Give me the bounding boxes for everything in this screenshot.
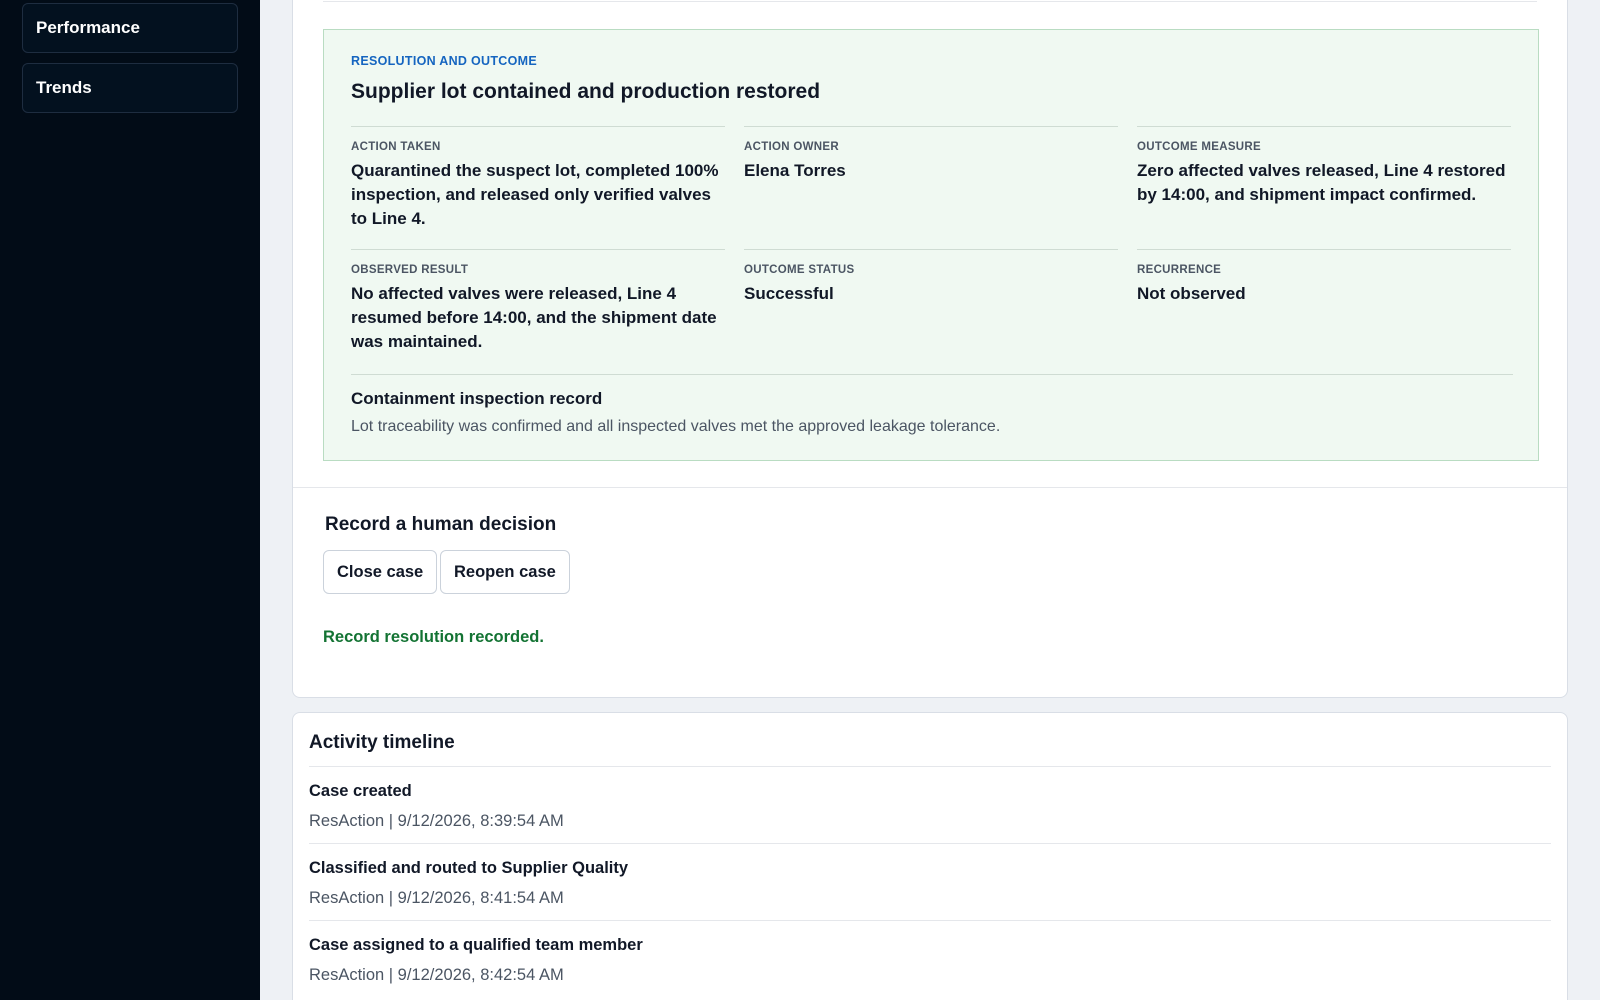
resolution-kicker: RESOLUTION AND OUTCOME [351,54,537,68]
field-value: Quarantined the suspect lot, completed 1… [351,161,719,228]
timeline-meta: ResAction | 9/12/2026, 8:41:54 AM [309,889,564,907]
timeline-event: Classified and routed to Supplier Qualit… [309,859,629,877]
field-label: OBSERVED RESULT [351,264,469,276]
main-content: RESOLUTION AND OUTCOME Supplier lot cont… [260,0,1600,1000]
timeline-item: Case created ResAction | 9/12/2026, 8:39… [309,766,1551,843]
field-recurrence: RECURRENCE Not observed [1137,249,1511,306]
field-action-owner: ACTION OWNER Elena Torres [744,126,1118,183]
field-label: OUTCOME MEASURE [1137,141,1261,153]
field-value: Successful [744,284,834,303]
inspection-record: Containment inspection record Lot tracea… [351,374,1513,436]
sidebar-item-trends[interactable]: Trends [22,63,238,113]
sidebar-item-label: Trends [36,78,92,97]
timeline-title: Activity timeline [309,732,455,753]
field-action-taken: ACTION TAKEN Quarantined the suspect lot… [351,126,725,231]
case-detail-card: RESOLUTION AND OUTCOME Supplier lot cont… [292,0,1568,698]
close-case-button[interactable]: Close case [323,550,438,594]
timeline-event: Case created [309,782,412,800]
field-value: Zero affected valves released, Line 4 re… [1137,161,1506,204]
field-outcome-measure: OUTCOME MEASURE Zero affected valves rel… [1137,126,1511,207]
reopen-case-button[interactable]: Reopen case [440,550,570,594]
field-label: OUTCOME STATUS [744,264,855,276]
status-message: Record resolution recorded. [323,628,544,646]
sidebar: Performance Trends [0,0,260,1000]
timeline-item: Classified and routed to Supplier Qualit… [309,843,1551,920]
sidebar-item-label: Performance [36,18,140,37]
field-value: No affected valves were released, Line 4… [351,284,717,351]
divider [323,1,1537,2]
timeline-meta: ResAction | 9/12/2026, 8:39:54 AM [309,812,564,830]
timeline-meta: ResAction | 9/12/2026, 8:42:54 AM [309,966,564,984]
record-title: Containment inspection record [351,389,603,408]
record-text: Lot traceability was confirmed and all i… [351,418,1001,435]
field-value: Not observed [1137,284,1246,303]
decision-title: Record a human decision [325,514,557,535]
field-label: ACTION OWNER [744,141,839,153]
field-outcome-status: OUTCOME STATUS Successful [744,249,1118,306]
resolution-panel: RESOLUTION AND OUTCOME Supplier lot cont… [323,29,1539,461]
field-label: RECURRENCE [1137,264,1222,276]
timeline-list: Case created ResAction | 9/12/2026, 8:39… [309,766,1551,997]
field-value: Elena Torres [744,161,846,180]
sidebar-item-performance[interactable]: Performance [22,3,238,53]
field-observed-result: OBSERVED RESULT No affected valves were … [351,249,725,354]
activity-timeline-card: Activity timeline Case created ResAction… [292,712,1568,1000]
field-label: ACTION TAKEN [351,141,441,153]
timeline-event: Case assigned to a qualified team member [309,936,643,954]
divider [293,487,1567,488]
timeline-item: Case assigned to a qualified team member… [309,920,1551,997]
resolution-title: Supplier lot contained and production re… [351,80,821,103]
